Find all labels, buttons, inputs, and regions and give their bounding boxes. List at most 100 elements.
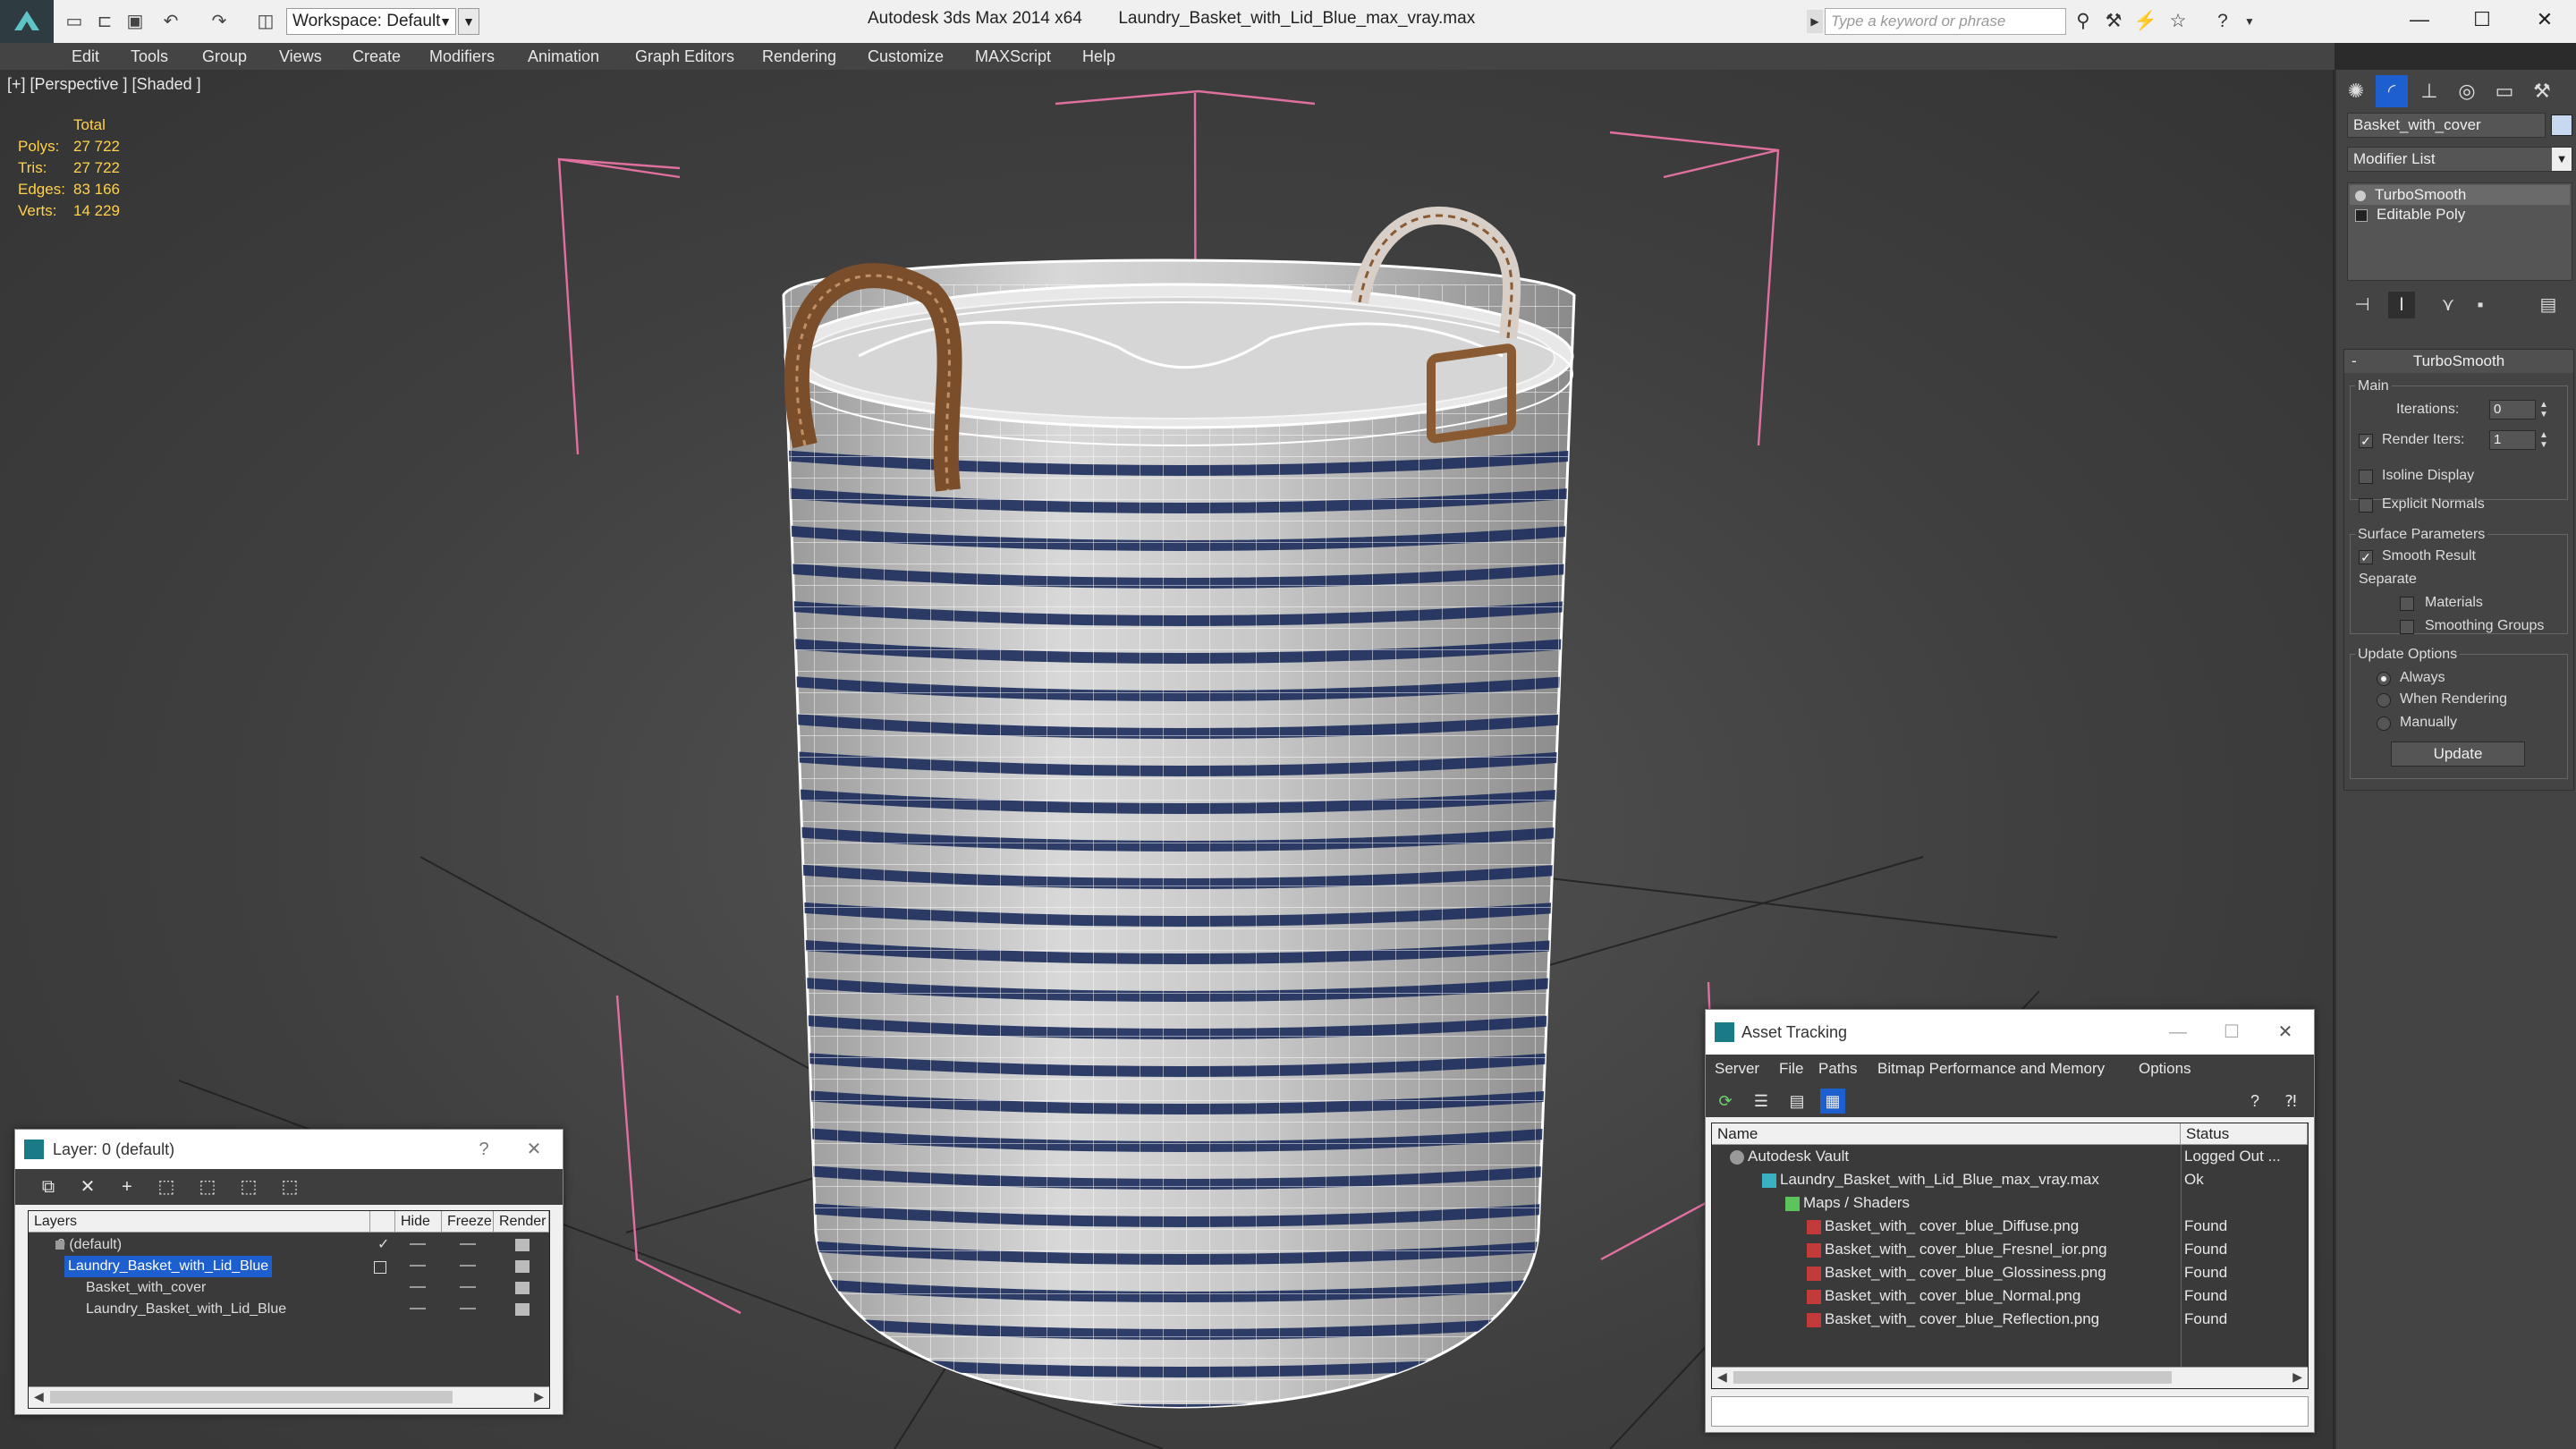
render-toggle-icon[interactable] — [515, 1282, 530, 1294]
layer-row[interactable]: Laundry_Basket_with_Lid_Blue — [29, 1256, 549, 1277]
minimize-icon[interactable]: — — [2158, 1013, 2198, 1052]
scrollbar-thumb[interactable] — [50, 1391, 453, 1403]
quick-access-dropdown-icon[interactable]: ▼ — [458, 8, 479, 35]
detail-view-icon[interactable]: ▤ — [1784, 1089, 1809, 1114]
when-rendering-radio[interactable] — [2377, 693, 2391, 708]
freeze-toggle[interactable] — [460, 1265, 476, 1267]
menu-customize[interactable]: Customize — [868, 43, 944, 70]
hierarchy-tab-icon[interactable]: ⊥ — [2413, 75, 2445, 107]
asset-row[interactable]: Basket_with_ cover_blue_Reflection.png F… — [1712, 1308, 2308, 1331]
menu-edit[interactable]: Edit — [72, 43, 99, 70]
render-toggle-icon[interactable] — [515, 1260, 530, 1273]
object-color-swatch[interactable] — [2551, 114, 2572, 136]
object-name-field[interactable]: Basket_with_cover — [2347, 113, 2546, 138]
scrollbar-thumb[interactable] — [1733, 1371, 2172, 1384]
redo-icon[interactable]: ↷ — [208, 9, 231, 32]
communication-icon[interactable]: ⚡ — [2132, 9, 2159, 34]
menu-graph-editors[interactable]: Graph Editors — [635, 43, 734, 70]
asset-row[interactable]: Basket_with_ cover_blue_Glossiness.png F… — [1712, 1261, 2308, 1284]
table-view-icon[interactable]: ▦ — [1820, 1089, 1845, 1114]
workspace-dropdown[interactable]: Workspace: Default ▼ — [286, 8, 456, 35]
hide-toggle[interactable] — [410, 1286, 426, 1288]
set-current-box[interactable] — [374, 1261, 386, 1274]
highlight-layer-icon[interactable]: ⬚ — [194, 1174, 221, 1199]
menu-modifiers[interactable]: Modifiers — [429, 43, 495, 70]
layer-row[interactable]: Laundry_Basket_with_Lid_Blue — [29, 1299, 549, 1320]
asset-row[interactable]: Basket_with_ cover_blue_Diffuse.png Foun… — [1712, 1215, 2308, 1238]
subscription-icon[interactable]: ⚒ — [2100, 9, 2127, 34]
render-iters-checkbox[interactable]: ✓ — [2359, 434, 2373, 448]
materials-checkbox[interactable] — [2400, 597, 2414, 611]
menu-views[interactable]: Views — [279, 43, 322, 70]
asset-row[interactable]: Basket_with_ cover_blue_Fresnel_ior.png … — [1712, 1238, 2308, 1261]
scroll-left-icon[interactable]: ◀ — [1717, 1369, 1727, 1385]
asset-menu-paths[interactable]: Paths — [1818, 1055, 1857, 1083]
close-icon[interactable]: ✕ — [2266, 1013, 2305, 1052]
create-layer-icon[interactable]: ⧉ — [35, 1174, 62, 1199]
menu-maxscript[interactable]: MAXScript — [975, 43, 1051, 70]
rollout-header[interactable]: - TurboSmooth — [2344, 350, 2573, 373]
refresh-icon[interactable]: ⟳ — [1713, 1089, 1738, 1114]
asset-menu-options[interactable]: Options — [2139, 1055, 2191, 1083]
close-icon[interactable]: ✕ — [514, 1130, 554, 1169]
spinner-arrows-icon[interactable]: ▲ ▼ — [2538, 400, 2550, 419]
search-expand-icon[interactable]: ▶ — [1807, 10, 1823, 33]
context-help-icon[interactable]: ⁈ — [2278, 1089, 2303, 1114]
scroll-right-icon[interactable]: ▶ — [2292, 1369, 2302, 1385]
show-end-result-icon[interactable]: Ⅰ — [2388, 292, 2415, 318]
display-tab-icon[interactable]: ▭ — [2488, 75, 2521, 107]
always-radio[interactable] — [2377, 672, 2391, 686]
column-header-name[interactable]: Name — [1712, 1123, 2181, 1145]
freeze-toggle[interactable] — [460, 1286, 476, 1288]
smooth-result-checkbox[interactable]: ✓ — [2359, 550, 2373, 564]
freeze-toggle[interactable] — [460, 1308, 476, 1309]
asset-row[interactable]: Basket_with_ cover_blue_Normal.png Found — [1712, 1284, 2308, 1308]
remove-modifier-icon[interactable]: ▪ — [2467, 292, 2494, 318]
menu-create[interactable]: Create — [352, 43, 401, 70]
menu-animation[interactable]: Animation — [528, 43, 599, 70]
column-header-render[interactable]: Render — [494, 1211, 549, 1233]
project-folder-icon[interactable]: ◫ — [254, 9, 277, 32]
undo-icon[interactable]: ↶ — [159, 9, 182, 32]
open-file-icon[interactable]: ⊏ — [93, 9, 116, 32]
maximize-button[interactable]: ☐ — [2451, 0, 2513, 43]
help-icon[interactable]: ? — [2242, 1089, 2267, 1114]
help-icon[interactable]: ? — [2209, 9, 2236, 34]
asset-menu-file[interactable]: File — [1779, 1055, 1803, 1083]
hide-all-layers-icon[interactable]: ⬚ — [235, 1174, 262, 1199]
scroll-right-icon[interactable]: ▶ — [534, 1389, 544, 1404]
modify-tab-icon[interactable]: ◜ — [2376, 75, 2408, 107]
list-view-icon[interactable]: ☰ — [1749, 1089, 1774, 1114]
column-header-layers[interactable]: Layers — [29, 1211, 370, 1233]
layer-row[interactable]: Basket_with_cover — [29, 1277, 549, 1299]
maximize-icon[interactable]: ☐ — [2212, 1013, 2251, 1052]
explicit-normals-checkbox[interactable] — [2359, 498, 2373, 513]
freeze-toggle[interactable] — [460, 1243, 476, 1245]
horizontal-scrollbar[interactable]: ◀ ▶ — [29, 1386, 549, 1408]
delete-layer-icon[interactable]: ✕ — [74, 1174, 101, 1199]
render-toggle-icon[interactable] — [515, 1303, 530, 1316]
make-unique-icon[interactable]: ⋎ — [2435, 292, 2462, 318]
asset-menu-bitmap-performance[interactable]: Bitmap Performance and Memory — [1877, 1055, 2105, 1083]
column-header-status[interactable]: Status — [2181, 1123, 2308, 1145]
render-toggle-icon[interactable] — [515, 1239, 530, 1251]
utilities-tab-icon[interactable]: ⚒ — [2526, 75, 2558, 107]
pin-stack-icon[interactable]: ⊣ — [2349, 292, 2376, 318]
scroll-left-icon[interactable]: ◀ — [34, 1389, 44, 1404]
binoculars-icon[interactable]: ⚲ — [2070, 9, 2097, 34]
horizontal-scrollbar[interactable]: ◀ ▶ — [1712, 1367, 2308, 1388]
minimize-button[interactable]: — — [2388, 0, 2451, 43]
add-to-layer-icon[interactable]: + — [114, 1174, 140, 1199]
column-header-hide[interactable]: Hide — [395, 1211, 442, 1233]
asset-path-field[interactable] — [1711, 1396, 2309, 1427]
save-file-icon[interactable]: ▣ — [123, 9, 147, 32]
viewport-label[interactable]: [+] [Perspective ] [Shaded ] — [7, 75, 201, 94]
asset-row[interactable]: Laundry_Basket_with_Lid_Blue_max_vray.ma… — [1712, 1168, 2308, 1191]
smoothing-groups-checkbox[interactable] — [2400, 620, 2414, 634]
spinner-arrows-icon[interactable]: ▲ ▼ — [2538, 430, 2550, 450]
layer-row[interactable]: 0 (default) ✓ — [29, 1234, 549, 1256]
asset-row[interactable]: Maps / Shaders — [1712, 1191, 2308, 1215]
motion-tab-icon[interactable]: ◎ — [2451, 75, 2483, 107]
manually-radio[interactable] — [2377, 716, 2391, 731]
update-button[interactable]: Update — [2391, 741, 2525, 767]
